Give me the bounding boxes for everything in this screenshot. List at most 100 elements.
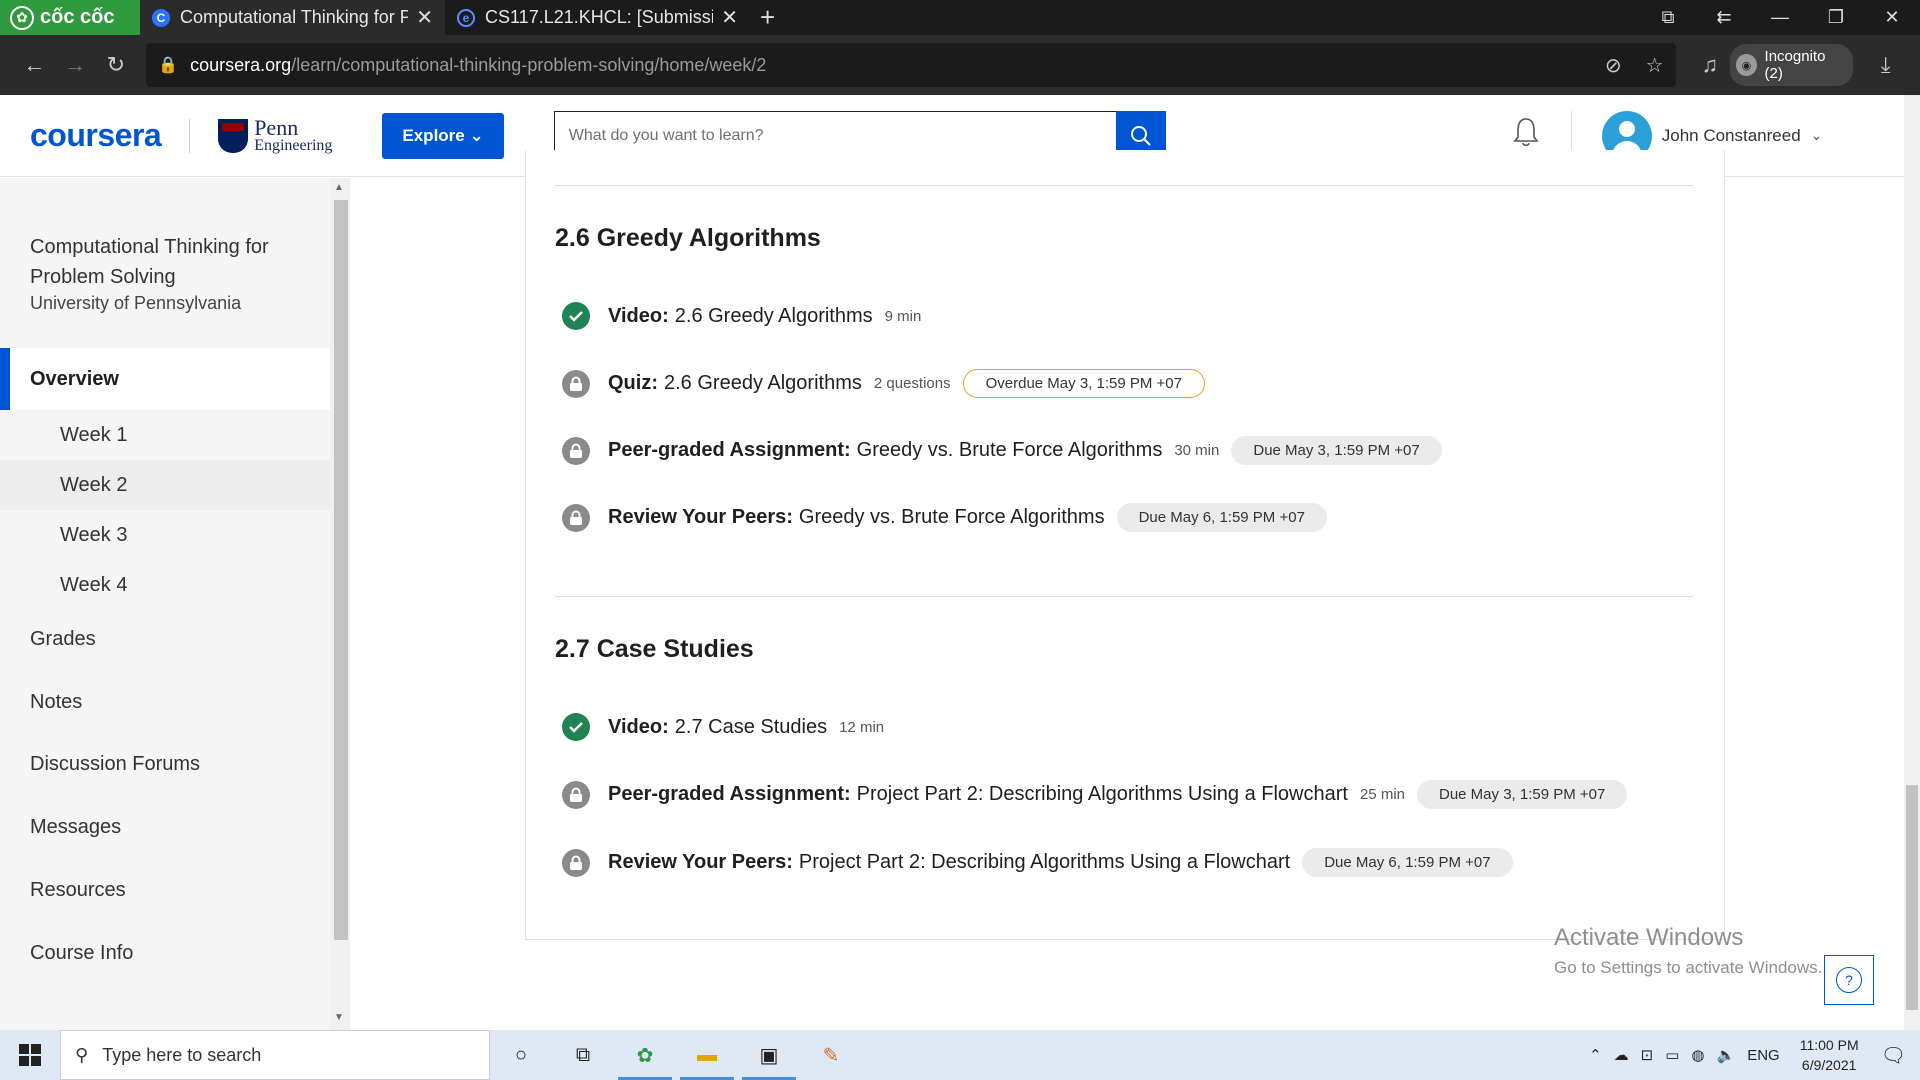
lock-icon <box>562 436 590 465</box>
explore-button[interactable]: Explore ⌄ <box>382 112 504 159</box>
battery-icon[interactable]: ▭ <box>1665 1046 1679 1064</box>
scroll-down-icon[interactable]: ▼ <box>334 1012 344 1023</box>
section-title: 2.6 Greedy Algorithms <box>555 224 821 252</box>
university-name: University of Pennsylvania <box>30 293 242 313</box>
clock-date: 6/9/2021 <box>1801 1057 1857 1073</box>
item-duration: 30 min <box>1174 442 1220 459</box>
page-scrollbar-thumb[interactable] <box>1906 785 1918 1010</box>
globe-icon[interactable]: ◍ <box>1691 1046 1704 1064</box>
tab-coursera[interactable]: C Computational Thinking for Problem Sol… <box>140 0 445 35</box>
close-window-button[interactable]: ✕ <box>1864 7 1920 28</box>
sidebar-item-course-info[interactable]: Course Info <box>0 928 330 978</box>
restore-button[interactable]: ❐ <box>1808 7 1864 28</box>
close-tab-icon[interactable]: ✕ <box>416 5 433 30</box>
playlist-icon[interactable]: ♫ <box>1690 52 1731 78</box>
penn-shield-icon <box>218 118 249 153</box>
completed-check-icon <box>562 713 590 741</box>
close-tab-icon[interactable]: ✕ <box>721 5 738 30</box>
start-button[interactable] <box>0 1030 60 1080</box>
item-name: Greedy vs. Brute Force Algorithms <box>798 506 1105 528</box>
section-title: 2.7 Case Studies <box>555 635 754 663</box>
tracking-protection-icon[interactable]: ⊘ <box>1605 53 1622 78</box>
coccoc-app-icon[interactable]: ✿ <box>614 1030 676 1080</box>
back-button[interactable]: ← <box>14 52 55 78</box>
tab-title: CS117.L21.KHCL: [Submission <box>485 7 714 27</box>
coursera-logo[interactable]: coursera <box>30 117 162 154</box>
chevron-down-icon: ⌄ <box>1810 127 1823 143</box>
item-kind: Quiz: <box>608 372 658 394</box>
download-icon[interactable]: ⤓ <box>1865 52 1906 78</box>
coursera-favicon-icon: C <box>152 8 170 27</box>
taskbar-search-input[interactable]: ⚲ Type here to search <box>60 1030 490 1080</box>
list-item[interactable]: Peer-graded Assignment: Greedy vs. Brute… <box>562 436 1442 465</box>
sidebar-scrollbar-thumb[interactable] <box>334 200 348 940</box>
terminal-icon[interactable]: ▣ <box>738 1030 800 1080</box>
file-explorer-icon[interactable]: ▬ <box>676 1030 738 1080</box>
due-badge: Due May 3, 1:59 PM +07 <box>1231 436 1442 465</box>
minimize-button[interactable]: — <box>1752 7 1808 28</box>
system-tray: ⌃ ☁ ⊡ ▭ ◍ 🔈 ENG 11:00 PM 6/9/2021 🗨 <box>1589 1035 1920 1075</box>
user-name: John Constanreed <box>1661 125 1801 145</box>
address-bar: ← → ↻ 🔒 coursera.org /learn/computationa… <box>0 35 1920 95</box>
sidebar-item-week-4[interactable]: Week 4 <box>0 560 330 610</box>
list-item[interactable]: Peer-graded Assignment: Project Part 2: … <box>562 780 1628 809</box>
item-question-count: 2 questions <box>873 375 951 392</box>
url-field[interactable]: 🔒 coursera.org /learn/computational-thin… <box>146 43 1676 87</box>
onedrive-icon[interactable]: ☁ <box>1614 1046 1629 1064</box>
overdue-badge: Overdue May 3, 1:59 PM +07 <box>962 369 1205 398</box>
sidebar-item-week-3[interactable]: Week 3 <box>0 510 330 560</box>
sidebar-item-messages[interactable]: Messages <box>0 802 330 852</box>
coccoc-leaf-icon: ✿ <box>10 5 34 30</box>
volume-icon[interactable]: 🔈 <box>1717 1046 1736 1064</box>
penn-engineering-logo[interactable]: Penn Engineering <box>218 114 333 154</box>
back-arrow-icon[interactable]: ⇇ <box>1696 7 1752 28</box>
list-item[interactable]: Video: 2.6 Greedy Algorithms 9 min <box>562 302 921 330</box>
incognito-badge[interactable]: ◉ Incognito (2) <box>1730 44 1854 86</box>
sidebar-item-week-2[interactable]: Week 2 <box>0 460 330 510</box>
tab-submission[interactable]: e CS117.L21.KHCL: [Submission ✕ <box>445 0 750 35</box>
completed-check-icon <box>562 302 590 330</box>
network-status-icon[interactable]: ⊡ <box>1641 1046 1654 1064</box>
task-view-icon[interactable]: ⧉ <box>552 1030 614 1080</box>
screenshot-icon[interactable]: ⧉ <box>1640 7 1696 28</box>
list-item[interactable]: Quiz: 2.6 Greedy Algorithms 2 questions … <box>562 369 1205 398</box>
coccoc-menu-button[interactable]: ✿ cốc cốc <box>0 0 140 35</box>
clock[interactable]: 11:00 PM 6/9/2021 <box>1800 1035 1859 1075</box>
sidebar-item-notes[interactable]: Notes <box>0 677 330 727</box>
list-item[interactable]: Review Your Peers: Greedy vs. Brute Forc… <box>562 503 1327 532</box>
show-hidden-icons-icon[interactable]: ⌃ <box>1589 1046 1602 1064</box>
sidebar-item-overview[interactable]: Overview <box>0 348 330 410</box>
sidebar-item-grades[interactable]: Grades <box>0 614 330 664</box>
input-language[interactable]: ENG <box>1747 1047 1780 1064</box>
search-icon <box>1130 125 1151 146</box>
sidebar-item-week-1[interactable]: Week 1 <box>0 410 330 460</box>
due-badge: Due May 3, 1:59 PM +07 <box>1417 780 1628 809</box>
list-item[interactable]: Review Your Peers: Project Part 2: Descr… <box>562 848 1513 877</box>
sidebar-item-discussion-forums[interactable]: Discussion Forums <box>0 739 330 789</box>
course-title[interactable]: Computational Thinking for Problem Solvi… <box>30 232 310 292</box>
forward-button[interactable]: → <box>55 52 96 78</box>
browser-tab-strip: ✿ cốc cốc C Computational Thinking for P… <box>0 0 1920 35</box>
paint-icon[interactable]: ✎ <box>800 1030 862 1080</box>
notification-center-icon[interactable]: 🗨 <box>1881 1043 1906 1068</box>
scroll-up-icon[interactable]: ▲ <box>334 182 344 193</box>
reload-button[interactable]: ↻ <box>95 52 136 78</box>
search-icon: ⚲ <box>75 1044 89 1065</box>
item-name: 2.7 Case Studies <box>674 715 828 738</box>
item-duration: 25 min <box>1359 786 1405 803</box>
new-tab-button[interactable]: + <box>750 2 785 33</box>
item-name: 2.6 Greedy Algorithms <box>674 304 873 327</box>
cortana-icon[interactable]: ○ <box>490 1030 552 1080</box>
list-item[interactable]: Video: 2.7 Case Studies 12 min <box>562 713 884 741</box>
help-icon: ? <box>1836 967 1862 993</box>
partner-line1: Penn <box>254 114 299 140</box>
due-badge: Due May 6, 1:59 PM +07 <box>1302 848 1513 877</box>
item-name: Project Part 2: Describing Algorithms Us… <box>798 851 1291 873</box>
window-controls: ⧉ ⇇ — ❐ ✕ <box>1640 0 1920 35</box>
bookmark-star-icon[interactable]: ☆ <box>1646 53 1664 78</box>
item-name: 2.6 Greedy Algorithms <box>664 372 862 394</box>
partner-line2: Engineering <box>254 136 333 154</box>
sidebar-item-resources[interactable]: Resources <box>0 865 330 915</box>
help-button[interactable]: ? <box>1824 955 1874 1005</box>
lock-icon <box>562 780 590 809</box>
